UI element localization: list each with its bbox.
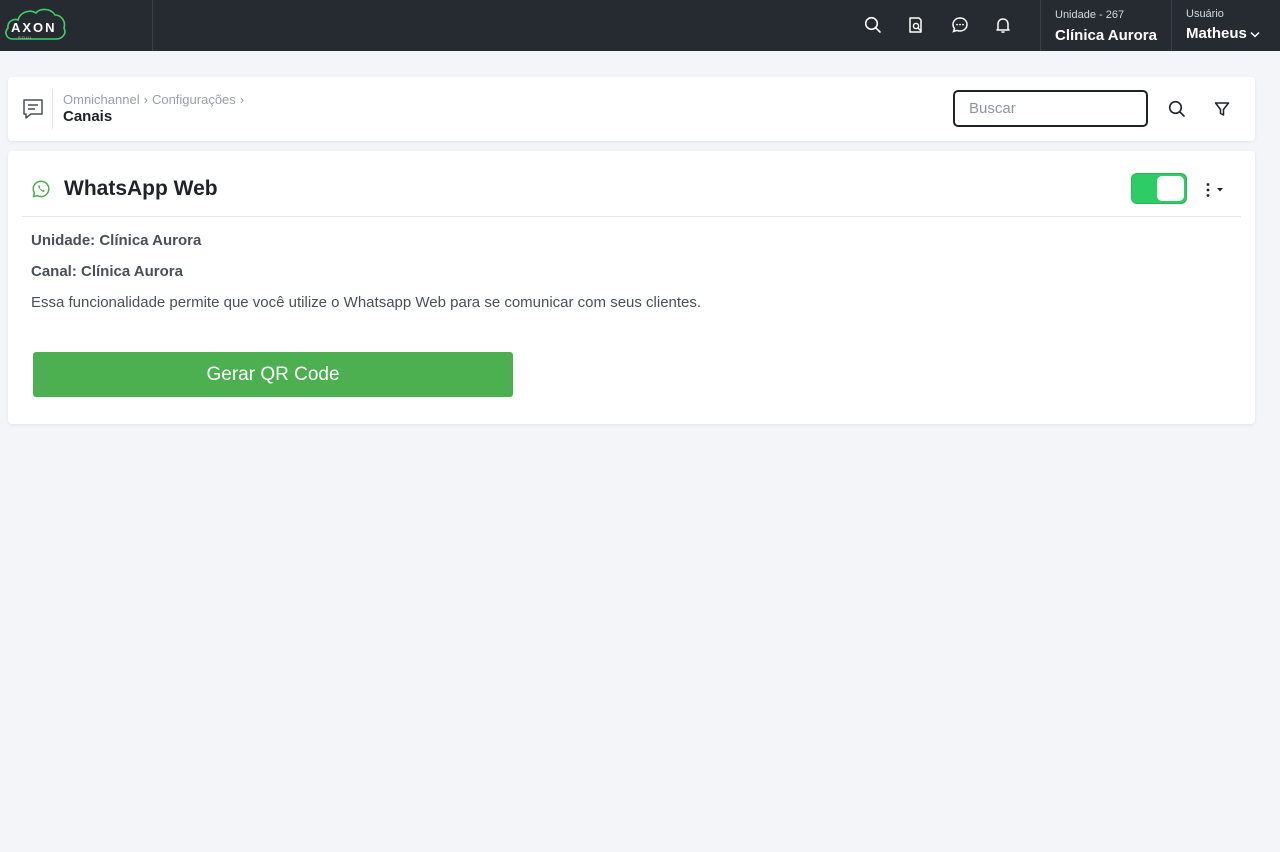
search-input[interactable] [953,90,1148,127]
search-button-icon[interactable] [1166,98,1188,120]
channel-description: Essa funcionalidade permite que você uti… [31,294,702,311]
channel-title: WhatsApp Web [64,177,218,200]
channel-card: WhatsApp Web Unidade: Clínica Aurora Can… [8,151,1255,424]
logo-area: AXON SOUL [0,0,153,51]
breadcrumb-separator: › [239,92,245,107]
bell-icon[interactable] [992,14,1014,36]
whatsapp-icon [31,179,51,199]
search-icon[interactable] [862,14,884,36]
unit-info: Unidade: Clínica Aurora [31,232,202,249]
message-list-icon [21,97,45,121]
chat-icon[interactable] [949,14,971,36]
document-search-icon[interactable] [905,14,927,36]
more-vertical-caret-icon [1206,183,1223,197]
breadcrumb-divider [52,89,53,129]
more-options-button[interactable] [1199,179,1229,201]
breadcrumb-item-omnichannel[interactable]: Omnichannel [63,92,140,107]
user-name: Matheus [1186,25,1247,42]
breadcrumb-separator: › [143,92,148,107]
user-menu[interactable]: Usuário Matheus [1172,0,1280,51]
logo-text: AXON [11,20,57,35]
unit-name: Clínica Aurora [1055,27,1157,44]
page-title: Canais [63,108,113,125]
chevron-down-icon [1250,31,1260,38]
toggle-knob [1157,176,1184,201]
user-label: Usuário [1186,8,1224,20]
logo-subtext: SOUL [18,35,33,40]
breadcrumb-item-configuracoes[interactable]: Configurações [152,92,236,107]
breadcrumb-bar: Omnichannel › Configurações › Canais [8,77,1255,141]
channel-enabled-toggle[interactable] [1131,173,1187,204]
channel-info: Canal: Clínica Aurora [31,263,183,280]
card-divider [22,216,1241,217]
breadcrumb: Omnichannel › Configurações › [63,92,248,107]
axon-logo[interactable]: AXON SOUL [3,7,67,43]
top-bar: AXON SOUL Unidade - 267 Clínica Aurora U… [0,0,1280,51]
user-name-row: Matheus [1186,25,1280,43]
filter-icon[interactable] [1211,98,1233,120]
unit-selector[interactable]: Unidade - 267 Clínica Aurora [1040,0,1172,51]
generate-qr-code-button[interactable]: Gerar QR Code [33,352,513,397]
unit-label: Unidade - 267 [1055,9,1125,21]
